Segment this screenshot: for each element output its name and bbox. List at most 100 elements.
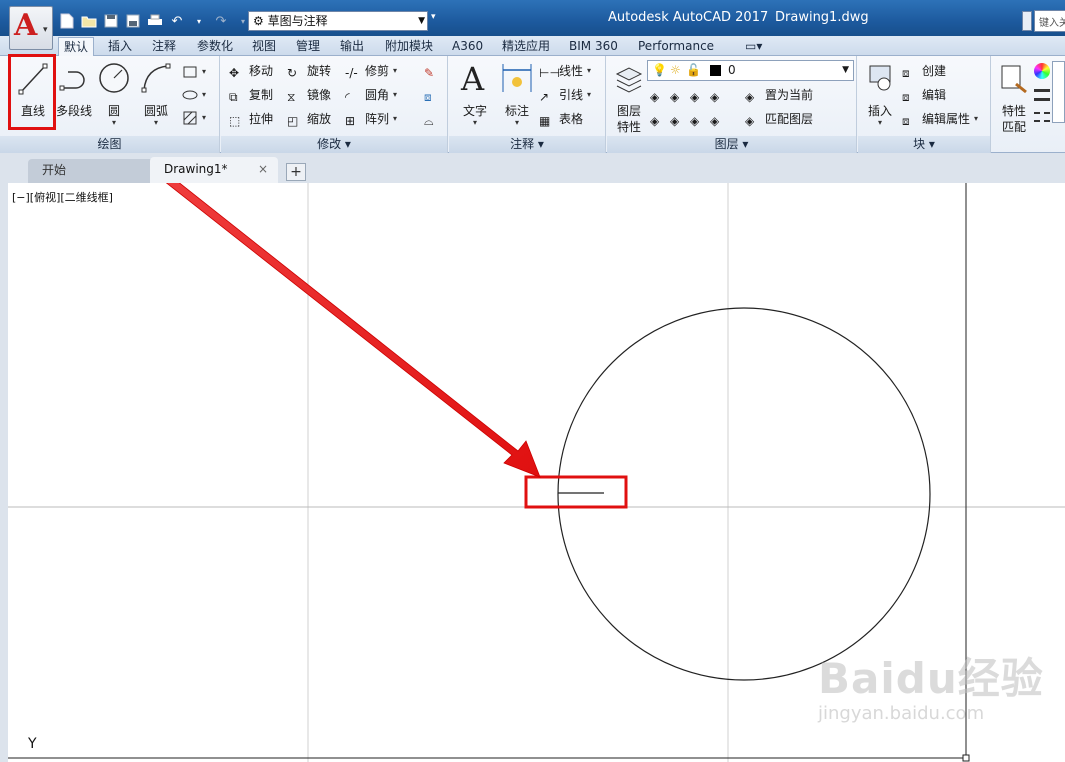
open-folder-icon[interactable] bbox=[80, 12, 98, 30]
chevron-down-icon[interactable]: ▾ bbox=[134, 118, 178, 127]
layer-isolate-icon[interactable]: ◈ bbox=[670, 87, 686, 104]
layer-on-icon[interactable]: ◈ bbox=[650, 111, 666, 128]
tab-performance[interactable]: Performance bbox=[633, 37, 719, 56]
text-label: 文字 bbox=[462, 104, 487, 118]
offset-button[interactable]: ⌓ bbox=[424, 109, 440, 129]
unlock-icon: 🔓 bbox=[686, 63, 701, 77]
sun-icon: ☼ bbox=[670, 63, 681, 77]
stretch-button[interactable]: ⬚ 拉伸 bbox=[229, 109, 273, 129]
tab-parametric[interactable]: 参数化 bbox=[192, 37, 238, 56]
save-as-icon[interactable] bbox=[124, 12, 142, 30]
edit-attributes-button[interactable]: ⧈ 编辑属性 ▾ bbox=[902, 109, 978, 129]
application-menu-button[interactable]: A ▾ bbox=[9, 6, 53, 50]
layers-panel-label[interactable]: 图层 ▾ bbox=[607, 136, 856, 153]
chevron-down-icon[interactable]: ▾ bbox=[858, 118, 902, 127]
match-layer-label: 匹配图层 bbox=[765, 112, 814, 126]
table-button[interactable]: ▦ 表格 bbox=[539, 109, 583, 129]
draw-panel-label[interactable]: 绘图 bbox=[0, 136, 219, 153]
copy-button[interactable]: ⧉ 复制 bbox=[229, 85, 273, 105]
match-layer-button[interactable]: ◈ 匹配图层 bbox=[745, 109, 813, 129]
match-properties-label-1: 特性 bbox=[1001, 104, 1026, 118]
erase-button[interactable]: ✎ bbox=[424, 61, 440, 81]
tab-featured-apps[interactable]: 精选应用 bbox=[497, 37, 555, 56]
layer-unisolate-icon[interactable]: ◈ bbox=[670, 111, 686, 128]
insert-block-button[interactable]: 插入 ▾ bbox=[858, 60, 902, 130]
arc-button[interactable]: 圆弧 ▾ bbox=[134, 60, 178, 130]
polyline-button[interactable]: 多段线 bbox=[52, 60, 96, 130]
new-file-icon[interactable] bbox=[58, 12, 76, 30]
explode-button[interactable]: ⧈ bbox=[424, 85, 440, 105]
leader-button[interactable]: ↗ 引线 ▾ bbox=[539, 85, 591, 105]
tab-bim360[interactable]: BIM 360 bbox=[564, 37, 623, 56]
save-icon[interactable] bbox=[102, 12, 120, 30]
tab-start[interactable]: 开始 bbox=[28, 159, 156, 183]
array-button[interactable]: ⊞ 阵列 ▾ bbox=[345, 109, 397, 129]
redo-icon[interactable]: ↷ bbox=[212, 12, 230, 30]
linear-dimension-button[interactable]: ⊢⊣ 线性 ▾ bbox=[539, 61, 591, 81]
polyline-icon bbox=[59, 71, 85, 91]
make-current-button[interactable]: ◈ 置为当前 bbox=[745, 85, 813, 105]
hatch-button[interactable]: ▾ bbox=[182, 108, 206, 128]
tab-a360[interactable]: A360 bbox=[447, 37, 488, 56]
tab-output[interactable]: 输出 bbox=[335, 37, 369, 56]
undo-icon[interactable]: ↶ bbox=[168, 12, 186, 30]
layer-off-icon[interactable]: ◈ bbox=[650, 87, 666, 104]
workspace-select[interactable]: ⚙ 草图与注释 ▼ bbox=[248, 11, 428, 31]
mirror-button[interactable]: ⧖ 镜像 bbox=[287, 85, 331, 105]
annotation-panel-label[interactable]: 注释 ▾ bbox=[449, 136, 605, 153]
create-block-button[interactable]: ⧈ 创建 bbox=[902, 61, 946, 81]
property-select[interactable] bbox=[1052, 61, 1065, 123]
search-expand-icon[interactable] bbox=[1022, 11, 1032, 31]
print-icon[interactable] bbox=[146, 12, 164, 30]
tab-addins[interactable]: 附加模块 bbox=[380, 37, 438, 56]
new-tab-button[interactable]: + bbox=[286, 163, 306, 181]
modify-panel-label[interactable]: 修改 ▾ bbox=[221, 136, 447, 153]
linear-dimension-icon: ⊢⊣ bbox=[539, 66, 560, 80]
dimension-button[interactable]: 标注 ▾ bbox=[495, 60, 539, 130]
move-button[interactable]: ✥ 移动 bbox=[229, 61, 273, 81]
tab-insert[interactable]: 插入 bbox=[103, 37, 137, 56]
tab-drawing1[interactable]: Drawing1* × bbox=[150, 157, 278, 183]
close-icon[interactable]: × bbox=[258, 157, 268, 181]
chevron-down-icon[interactable]: ▾ bbox=[453, 118, 497, 127]
canvas-left-edge bbox=[0, 183, 8, 762]
move-label: 移动 bbox=[249, 64, 274, 78]
lineweight-icon[interactable] bbox=[1034, 89, 1050, 101]
chevron-down-icon[interactable]: ▾ bbox=[92, 118, 136, 127]
scale-button[interactable]: ◰ 缩放 bbox=[287, 109, 331, 129]
ellipse-button[interactable]: ▾ bbox=[182, 85, 206, 105]
tab-view[interactable]: 视图 bbox=[247, 37, 281, 56]
customize-qat-icon[interactable]: ▾ bbox=[431, 12, 443, 30]
chevron-down-icon: ▾ bbox=[43, 25, 48, 35]
rotate-button[interactable]: ↻ 旋转 bbox=[287, 61, 331, 81]
block-panel-label[interactable]: 块 ▾ bbox=[858, 136, 990, 153]
chevron-down-icon: ▾ bbox=[393, 90, 398, 99]
layer-properties-button[interactable]: 图层 特性 bbox=[607, 60, 651, 134]
color-wheel-icon[interactable] bbox=[1034, 63, 1050, 79]
title-bar: ↶ ▾ ↷ ▾ ⚙ 草图与注释 ▼ ▾ Autodesk AutoCAD 201… bbox=[0, 0, 1065, 36]
trim-button[interactable]: -/- 修剪 ▾ bbox=[345, 61, 397, 81]
rectangle-button[interactable]: ▾ bbox=[182, 62, 206, 82]
match-properties-button[interactable]: 特性 匹配 bbox=[992, 60, 1036, 134]
drawing-canvas[interactable]: [−][俯视][二维线框] Y Baidu经验 jingyan.baidu.co… bbox=[8, 183, 1065, 762]
layer-freeze-icon[interactable]: ◈ bbox=[690, 87, 706, 104]
properties-panel: 特性 匹配 bbox=[992, 56, 1065, 153]
tab-annotate[interactable]: 注释 bbox=[147, 37, 181, 56]
fillet-button[interactable]: ◜ 圆角 ▾ bbox=[345, 85, 397, 105]
tab-default[interactable]: 默认 bbox=[58, 37, 95, 56]
layer-unlock-icon[interactable]: ◈ bbox=[710, 111, 726, 128]
layer-thaw-icon[interactable]: ◈ bbox=[690, 111, 706, 128]
layer-select[interactable]: 💡 ☼ 🔓 0 ▼ bbox=[647, 60, 854, 81]
tab-manage[interactable]: 管理 bbox=[291, 37, 325, 56]
edit-block-button[interactable]: ⧈ 编辑 bbox=[902, 85, 946, 105]
autocad-logo-icon: A bbox=[14, 8, 38, 43]
ribbon-minimize-icon[interactable]: ▭▾ bbox=[740, 37, 767, 56]
viewport-controls-label[interactable]: [−][俯视][二维线框] bbox=[12, 189, 113, 205]
chevron-down-icon[interactable]: ▾ bbox=[495, 118, 539, 127]
text-button[interactable]: A 文字 ▾ bbox=[453, 60, 497, 130]
circle-button[interactable]: 圆 ▾ bbox=[92, 60, 136, 130]
layer-lock-icon[interactable]: ◈ bbox=[710, 87, 726, 104]
linetype-icon[interactable] bbox=[1034, 112, 1050, 122]
search-input[interactable]: 键入关 bbox=[1034, 10, 1065, 32]
undo-dropdown-icon[interactable]: ▾ bbox=[190, 12, 208, 30]
